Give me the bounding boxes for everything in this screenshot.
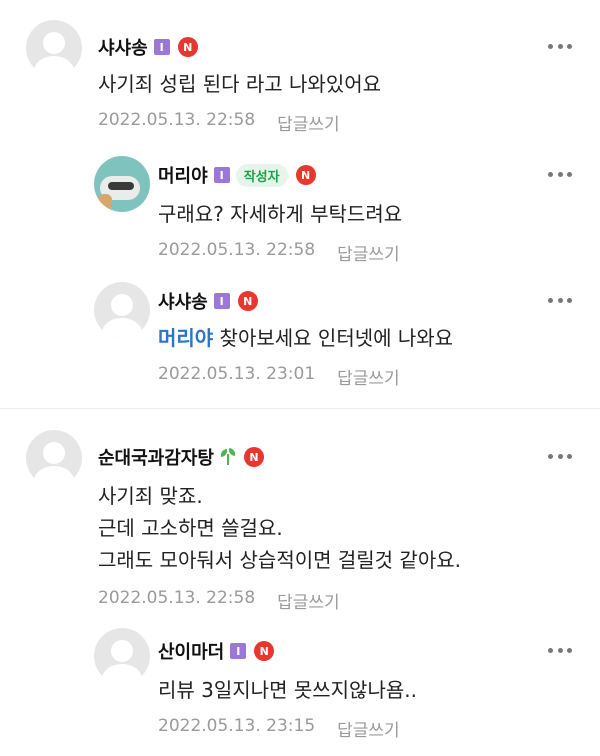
more-options-icon[interactable] bbox=[548, 648, 572, 654]
default-avatar-icon[interactable] bbox=[26, 430, 82, 486]
default-avatar-icon[interactable] bbox=[94, 628, 150, 684]
comment-author[interactable]: 머리야 bbox=[158, 162, 208, 188]
comment-author[interactable]: 샤샤송 bbox=[158, 288, 208, 314]
reply-button[interactable]: 답글쓰기 bbox=[277, 110, 340, 135]
comment-text: 머리야 찾아보세요 인터넷에 나와요 bbox=[158, 322, 453, 354]
comment-meta: 2022.05.13. 22:58 답글쓰기 bbox=[98, 588, 340, 613]
comment-date: 2022.05.13. 22:58 bbox=[158, 240, 316, 260]
comment-item: 샤샤송 I N 사기죄 성립 된다 라고 나와있어요 2022.05.13. 2… bbox=[0, 0, 600, 150]
comment-meta: 2022.05.13. 23:01 답글쓰기 bbox=[158, 364, 400, 389]
reply-button[interactable]: 답글쓰기 bbox=[277, 588, 340, 613]
comment-meta: 2022.05.13. 23:15 답글쓰기 bbox=[158, 716, 400, 741]
comment-text-body: 찾아보세요 인터넷에 나와요 bbox=[213, 326, 454, 350]
comment-meta: 2022.05.13. 22:58 답글쓰기 bbox=[98, 110, 340, 135]
comment-text: 리뷰 3일지나면 못쓰지않나욤.. bbox=[158, 678, 417, 702]
more-options-icon[interactable] bbox=[548, 298, 572, 304]
comment-meta: 2022.05.13. 22:58 답글쓰기 bbox=[158, 240, 400, 265]
reply-button[interactable]: 답글쓰기 bbox=[337, 240, 400, 265]
default-avatar-icon[interactable] bbox=[26, 20, 82, 76]
level-badge-icon: I bbox=[230, 643, 247, 659]
comment-date: 2022.05.13. 22:58 bbox=[98, 110, 256, 130]
level-badge-icon: I bbox=[213, 167, 230, 183]
reply-button[interactable]: 답글쓰기 bbox=[337, 716, 400, 741]
level-badge-icon: I bbox=[153, 39, 170, 55]
comment-date: 2022.05.13. 23:15 bbox=[158, 716, 316, 736]
comment-text: 구래요? 자세하게 부탁드려요 bbox=[158, 202, 403, 226]
sprout-icon bbox=[219, 447, 237, 466]
reply-button[interactable]: 답글쓰기 bbox=[337, 364, 400, 389]
new-badge-icon: N bbox=[295, 165, 316, 185]
level-badge-icon: I bbox=[213, 293, 230, 309]
more-options-icon[interactable] bbox=[548, 172, 572, 178]
reply-item: 머리야 I 작성자 N 구래요? 자세하게 부탁드려요 2022.05.13. … bbox=[0, 150, 600, 278]
new-badge-icon: N bbox=[243, 447, 264, 467]
author-tag: 작성자 bbox=[235, 163, 288, 187]
comment-author[interactable]: 순대국과감자탕 bbox=[98, 444, 214, 470]
new-badge-icon: N bbox=[254, 641, 275, 661]
reply-item: 산이마더 I N 리뷰 3일지나면 못쓰지않나욤.. 2022.05.13. 2… bbox=[0, 618, 600, 756]
more-options-icon[interactable] bbox=[548, 454, 572, 460]
new-badge-icon: N bbox=[237, 291, 258, 311]
comment-author[interactable]: 샤샤송 bbox=[98, 34, 148, 60]
mention-link[interactable]: 머리야 bbox=[158, 326, 213, 350]
comment-text: 사기죄 성립 된다 라고 나와있어요 bbox=[98, 72, 382, 96]
comment-text-line: 사기죄 맞죠. bbox=[98, 484, 203, 508]
new-badge-icon: N bbox=[177, 37, 198, 57]
default-avatar-icon[interactable] bbox=[94, 282, 150, 338]
comment-date: 2022.05.13. 23:01 bbox=[158, 364, 316, 384]
comment-item: 순대국과감자탕 N 사기죄 맞죠. 근데 고소하면 쓸걸요. 그래도 모아둬서 … bbox=[0, 410, 600, 618]
comment-date: 2022.05.13. 22:58 bbox=[98, 588, 256, 608]
reply-item: 샤샤송 I N 머리야 찾아보세요 인터넷에 나와요 2022.05.13. 2… bbox=[0, 278, 600, 406]
comment-divider bbox=[0, 408, 600, 409]
comment-author[interactable]: 산이마더 bbox=[158, 638, 224, 664]
comment-text-line: 그래도 모아둬서 상습적이면 걸릴것 같아요. bbox=[98, 548, 461, 572]
user-photo-avatar[interactable] bbox=[94, 156, 150, 212]
more-options-icon[interactable] bbox=[548, 44, 572, 50]
comment-text-line: 근데 고소하면 쓸걸요. bbox=[98, 516, 283, 540]
